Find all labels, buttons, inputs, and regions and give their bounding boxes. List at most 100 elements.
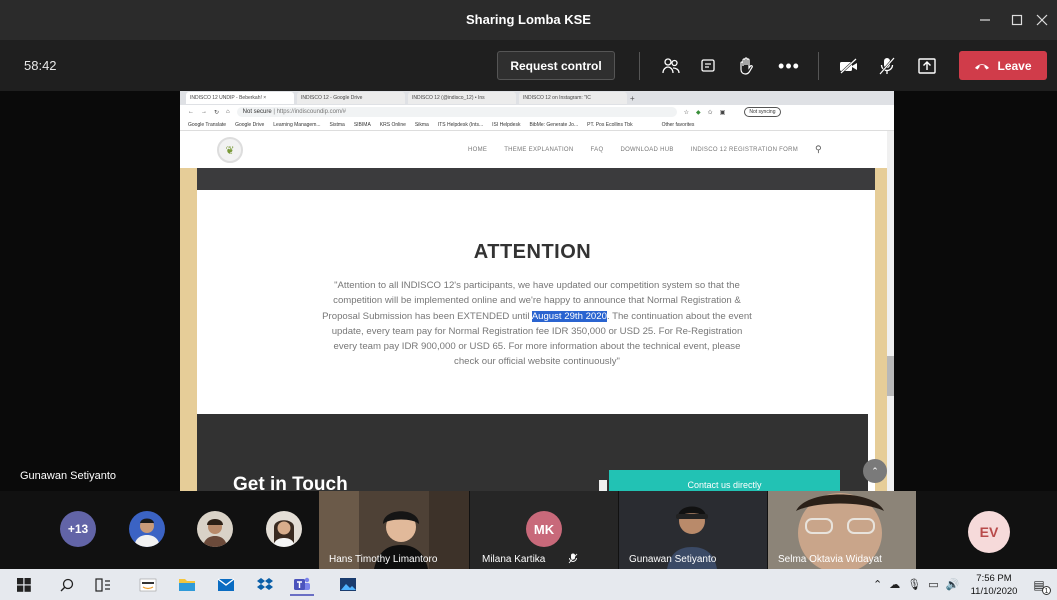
site-logo[interactable]: ❦ <box>217 137 243 163</box>
bookmark-item[interactable]: SIBIMA <box>354 122 371 128</box>
bookmark-item[interactable]: Other favorites <box>662 122 695 128</box>
cloud-icon[interactable]: ☁ <box>889 578 900 591</box>
participant-name: Hans Timothy Limantoro <box>329 554 438 565</box>
attention-section: ATTENTION "Attention to all INDISCO 12's… <box>197 190 868 414</box>
meeting-timer: 58:42 <box>24 58 57 73</box>
participant-video-tile[interactable]: Selma Oktavia Widayat <box>768 491 916 569</box>
amazon-app[interactable] <box>136 573 160 596</box>
close-icon <box>1036 14 1048 26</box>
dropbox-app[interactable] <box>253 573 277 596</box>
raise-hand-button[interactable] <box>732 52 760 80</box>
search-button[interactable] <box>55 573 79 596</box>
browser-tab[interactable]: INDISCO 12 on Instagram: "IC <box>519 92 627 104</box>
bookmark-item[interactable]: Sistma <box>330 122 345 128</box>
teams-icon <box>294 577 310 590</box>
chevron-up-icon[interactable]: ⌃ <box>873 578 882 591</box>
chat-icon <box>701 59 715 72</box>
forward-icon[interactable]: → <box>201 109 207 115</box>
extension-icon[interactable]: ◆ <box>696 109 701 116</box>
more-actions-button[interactable]: ••• <box>775 52 803 80</box>
browser-tab[interactable]: INDISCO 12 UNDIP - Beberkah! × <box>186 92 294 104</box>
search-icon[interactable]: ⚲ <box>815 144 822 155</box>
bookmark-item[interactable]: BibMe: Generate Jo... <box>529 122 578 128</box>
participant-avatar[interactable] <box>266 511 302 547</box>
bookmark-item[interactable]: ISI Helpdesk <box>492 122 520 128</box>
browser-tab-strip: INDISCO 12 UNDIP - Beberkah! × INDISCO 1… <box>180 91 894 105</box>
taskbar-clock[interactable]: 7:56 PM 11/10/2020 <box>968 572 1020 598</box>
minimize-icon <box>980 19 990 21</box>
mic-toggle-button[interactable] <box>873 52 901 80</box>
bookmark-item[interactable]: Sikma <box>415 122 429 128</box>
leave-button[interactable]: Leave <box>959 51 1047 80</box>
chat-button[interactable] <box>694 52 722 80</box>
browser-address-bar: ← → ↻ ⌂ Not secure | https://indiscoundi… <box>180 105 894 119</box>
close-button[interactable] <box>1022 0 1057 40</box>
selected-date-text: August 29th 2020 <box>531 310 607 322</box>
volume-icon[interactable]: 🔊 <box>946 578 960 591</box>
participant-tile[interactable]: MK Milana Kartika <box>470 491 618 569</box>
browser-tab[interactable]: INDISCO 12 (@indisco_12) • Ins <box>408 92 516 104</box>
more-icon: ••• <box>778 55 800 76</box>
person-photo-icon <box>266 511 302 547</box>
nav-faq[interactable]: FAQ <box>591 147 604 153</box>
share-screen-button[interactable] <box>913 52 941 80</box>
nav-download-hub[interactable]: DOWNLOAD HUB <box>620 147 673 153</box>
url-text: https://indiscoundip.com/# <box>276 109 346 115</box>
nav-home[interactable]: HOME <box>468 147 487 153</box>
browser-tab[interactable]: INDISCO 12 - Google Drive <box>297 92 405 104</box>
tab-actions-icon[interactable]: ▣ <box>720 109 726 116</box>
refresh-icon[interactable]: ↻ <box>214 109 219 116</box>
not-secure-label: Not secure <box>242 109 272 115</box>
person-photo-icon <box>129 511 165 547</box>
participants-button[interactable] <box>657 52 685 80</box>
back-icon[interactable]: ← <box>188 109 194 115</box>
camera-off-icon <box>840 58 857 74</box>
task-view-button[interactable] <box>91 573 115 596</box>
battery-icon[interactable]: ▭ <box>928 578 938 591</box>
bookmark-item[interactable]: ITS Helpdesk (Ints... <box>438 122 483 128</box>
more-participants-button[interactable]: +13 <box>60 511 96 547</box>
system-tray: ⌃ ☁ 🎙 ▭ 🔊 <box>873 569 959 600</box>
bookmark-item[interactable]: Google Drive <box>235 122 264 128</box>
participant-initials-avatar[interactable]: EV <box>968 511 1010 553</box>
participant-video-tile[interactable]: Gunawan Setiyanto <box>619 491 767 569</box>
teams-app[interactable] <box>290 573 314 596</box>
site-navbar: ❦ HOME THEME EXPLANATION FAQ DOWNLOAD HU… <box>180 131 894 168</box>
bookmark-item[interactable]: PT. Pos Ecollins Tbk <box>587 122 632 128</box>
action-center-button[interactable]: ▤ 1 <box>1027 573 1051 596</box>
photos-app[interactable] <box>336 573 360 596</box>
shared-screen: INDISCO 12 UNDIP - Beberkah! × INDISCO 1… <box>180 91 894 491</box>
nav-theme-explanation[interactable]: THEME EXPLANATION <box>504 147 573 153</box>
favorite-star-icon[interactable]: ☆ <box>684 109 689 116</box>
request-control-button[interactable]: Request control <box>497 51 615 80</box>
start-button[interactable] <box>12 573 36 596</box>
participant-strip: +13 Hans Timothy Limantoro MK Milana Kar… <box>0 491 1057 569</box>
participant-avatar[interactable] <box>129 511 165 547</box>
leave-label: Leave <box>997 58 1032 73</box>
camera-toggle-button[interactable] <box>835 52 863 80</box>
participant-video-tile[interactable]: Hans Timothy Limantoro <box>319 491 469 569</box>
collections-icon[interactable]: ✩ <box>708 109 713 116</box>
file-explorer-app[interactable] <box>175 573 199 596</box>
bookmark-item[interactable]: Learning Managem... <box>273 122 320 128</box>
scrollbar-thumb[interactable] <box>887 356 894 396</box>
person-photo-icon <box>197 511 233 547</box>
scroll-to-top-button[interactable]: ⌃ <box>863 459 887 483</box>
attention-title: ATTENTION <box>473 241 592 263</box>
nav-registration-form[interactable]: INDISCO 12 REGISTRATION FORM <box>691 147 798 153</box>
people-icon <box>662 58 680 74</box>
bookmark-item[interactable]: KRS Online <box>380 122 406 128</box>
chevron-up-icon: ⌃ <box>871 465 879 476</box>
url-field[interactable]: Not secure | https://indiscoundip.com/# <box>236 107 677 117</box>
profile-sync-button[interactable]: Not syncing <box>744 107 781 117</box>
bookmark-item[interactable]: Google Translate <box>188 122 226 128</box>
home-icon[interactable]: ⌂ <box>226 109 230 115</box>
participant-initials-avatar: MK <box>526 511 562 547</box>
contact-us-button[interactable]: Contact us directly <box>609 470 840 491</box>
page-scrollbar[interactable] <box>887 131 894 491</box>
microphone-icon[interactable]: 🎙 <box>907 578 921 591</box>
participant-avatar[interactable] <box>197 511 233 547</box>
new-tab-icon[interactable]: + <box>630 94 635 103</box>
mail-app[interactable] <box>214 573 238 596</box>
window-title: Sharing Lomba KSE <box>466 12 591 27</box>
